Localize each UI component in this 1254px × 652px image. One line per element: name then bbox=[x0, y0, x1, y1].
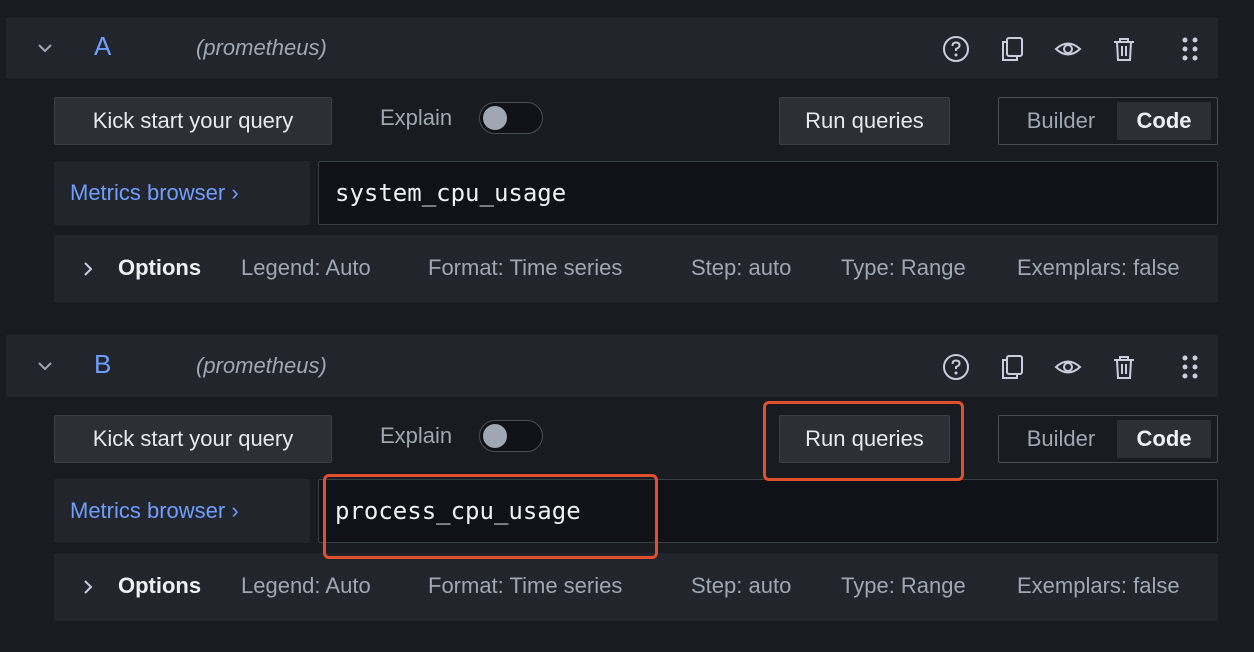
options-type: Type: Range bbox=[841, 255, 966, 280]
collapse-chevron-icon[interactable] bbox=[34, 37, 56, 59]
options-format: Format: Time series bbox=[428, 573, 623, 598]
query-header-a: A (prometheus) bbox=[6, 17, 1218, 79]
options-step: Step: auto bbox=[691, 573, 792, 598]
explain-label: Explain bbox=[380, 105, 453, 130]
duplicate-icon[interactable] bbox=[998, 35, 1026, 63]
options-label[interactable]: Options bbox=[118, 255, 201, 281]
options-step: Step: auto bbox=[691, 255, 792, 280]
explain-label: Explain bbox=[380, 423, 453, 448]
query-name[interactable]: A bbox=[94, 31, 111, 62]
drag-handle-icon[interactable] bbox=[1176, 353, 1204, 381]
collapse-chevron-icon[interactable] bbox=[34, 355, 56, 377]
options-legend: Legend: Auto bbox=[241, 573, 371, 598]
options-label[interactable]: Options bbox=[118, 573, 201, 599]
kick-start-button[interactable]: Kick start your query bbox=[54, 415, 332, 463]
query-header-b: B (prometheus) bbox=[6, 335, 1218, 397]
help-icon[interactable] bbox=[942, 35, 970, 63]
eye-icon[interactable] bbox=[1054, 353, 1082, 381]
explain-toggle[interactable] bbox=[479, 420, 543, 452]
query-name[interactable]: B bbox=[94, 349, 111, 380]
options-row[interactable]: Options Legend: Auto Format: Time series… bbox=[54, 553, 1218, 621]
query-editor[interactable]: process_cpu_usage bbox=[318, 479, 1218, 543]
mode-code-option[interactable]: Code bbox=[1117, 102, 1211, 140]
trash-icon[interactable] bbox=[1110, 35, 1138, 63]
query-datasource: (prometheus) bbox=[196, 35, 327, 60]
metrics-browser-button[interactable]: Metrics browser › bbox=[54, 479, 310, 543]
explain-toggle[interactable] bbox=[479, 102, 543, 134]
help-icon[interactable] bbox=[942, 353, 970, 381]
duplicate-icon[interactable] bbox=[998, 353, 1026, 381]
query-datasource: (prometheus) bbox=[196, 353, 327, 378]
options-format: Format: Time series bbox=[428, 255, 623, 280]
chevron-right-icon[interactable] bbox=[78, 257, 98, 281]
editor-mode-toggle: Builder Code bbox=[998, 415, 1218, 463]
mode-code-option[interactable]: Code bbox=[1117, 420, 1211, 458]
chevron-right-icon[interactable] bbox=[78, 575, 98, 599]
editor-mode-toggle: Builder Code bbox=[998, 97, 1218, 145]
options-type: Type: Range bbox=[841, 573, 966, 598]
query-editor[interactable]: system_cpu_usage bbox=[318, 161, 1218, 225]
run-queries-button[interactable]: Run queries bbox=[779, 97, 950, 145]
eye-icon[interactable] bbox=[1054, 35, 1082, 63]
drag-handle-icon[interactable] bbox=[1176, 35, 1204, 63]
run-queries-button[interactable]: Run queries bbox=[779, 415, 950, 463]
options-row[interactable]: Options Legend: Auto Format: Time series… bbox=[54, 235, 1218, 303]
kick-start-button[interactable]: Kick start your query bbox=[54, 97, 332, 145]
mode-builder-option[interactable]: Builder bbox=[1005, 420, 1117, 458]
mode-builder-option[interactable]: Builder bbox=[1005, 102, 1117, 140]
options-legend: Legend: Auto bbox=[241, 255, 371, 280]
options-exemplars: Exemplars: false bbox=[1017, 255, 1180, 280]
trash-icon[interactable] bbox=[1110, 353, 1138, 381]
metrics-browser-button[interactable]: Metrics browser › bbox=[54, 161, 310, 225]
options-exemplars: Exemplars: false bbox=[1017, 573, 1180, 598]
